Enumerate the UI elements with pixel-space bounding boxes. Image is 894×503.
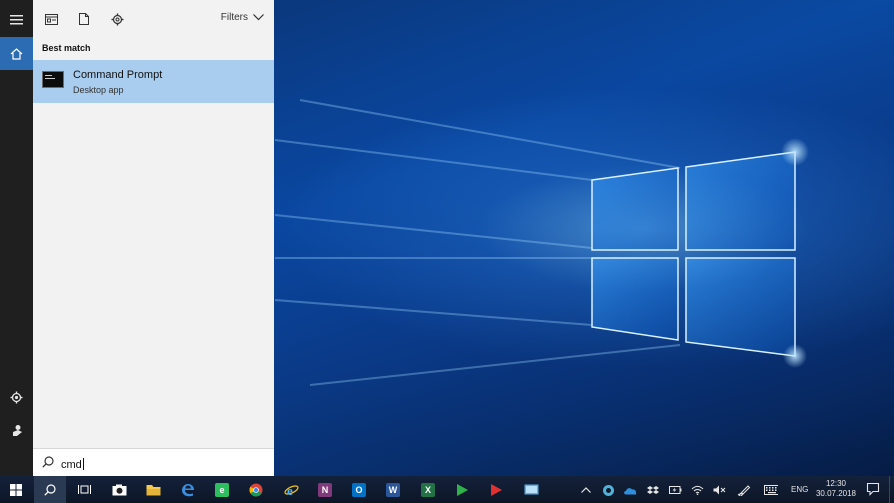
file-explorer-icon <box>146 484 160 495</box>
result-subtitle: Desktop app <box>73 85 124 95</box>
outlook-icon: O <box>352 482 366 497</box>
taskbar-app-camera[interactable] <box>103 476 135 503</box>
windows-start-icon <box>10 483 22 496</box>
section-heading: Best match <box>42 43 91 53</box>
search-result-item[interactable]: Command Prompt Desktop app <box>33 60 274 103</box>
search-icon <box>42 456 54 468</box>
document-icon <box>79 13 89 25</box>
taskbar-app-green-play[interactable] <box>446 476 478 503</box>
hamburger-menu-icon <box>10 14 23 24</box>
search-panel: Filters Best match Command Prompt Deskto… <box>33 0 274 477</box>
show-hidden-icons-button[interactable] <box>579 483 593 497</box>
filters-dropdown[interactable]: Filters <box>221 12 264 23</box>
onedrive-cloud-icon <box>624 487 637 494</box>
tray-keyboard-button[interactable] <box>764 483 778 497</box>
edge-icon <box>182 483 194 496</box>
red-play-icon <box>491 483 502 496</box>
task-view-button[interactable] <box>68 476 100 503</box>
tray-onedrive-button[interactable] <box>623 483 637 497</box>
onenote-icon: N <box>318 482 332 497</box>
tray-battery-button[interactable] <box>668 483 682 497</box>
start-left-rail <box>0 0 33 476</box>
excel-icon: X <box>421 482 435 497</box>
tray-sync-button[interactable] <box>601 483 615 497</box>
search-input-value: cmd <box>61 459 82 471</box>
apps-filter-button[interactable] <box>42 10 60 28</box>
home-button[interactable] <box>0 37 33 70</box>
taskbar-app-chrome[interactable] <box>240 476 272 503</box>
taskbar-app-file-explorer[interactable] <box>137 476 169 503</box>
tray-pen-button[interactable] <box>737 483 751 497</box>
wifi-icon <box>691 485 703 495</box>
settings-button[interactable] <box>0 381 33 414</box>
tray-dropbox-button[interactable] <box>646 483 660 497</box>
text-caret <box>82 458 84 470</box>
taskbar-app-evernote[interactable]: e <box>206 476 238 503</box>
taskbar-app-remote-desktop[interactable] <box>515 476 547 503</box>
taskbar-search-button[interactable] <box>34 476 66 503</box>
documents-filter-button[interactable] <box>75 10 93 28</box>
task-view-icon <box>77 485 91 494</box>
panel-toolbar: Filters <box>33 0 274 37</box>
taskbar-app-word[interactable]: W <box>377 476 409 503</box>
taskbar-app-onenote[interactable]: N <box>309 476 341 503</box>
internet-explorer-icon: e <box>283 483 299 497</box>
taskbar-app-internet-explorer[interactable]: e <box>275 476 307 503</box>
action-center-icon[interactable] <box>866 482 880 496</box>
feedback-button[interactable] <box>0 414 33 447</box>
taskbar-app-excel[interactable]: X <box>412 476 444 503</box>
svg-text:e: e <box>287 483 293 497</box>
touch-keyboard-icon <box>764 485 778 495</box>
taskbar: e e N O W X ENG 12:30 30.07.2018 <box>0 476 894 503</box>
word-icon: W <box>386 482 400 497</box>
expand-menu-button[interactable] <box>0 3 33 36</box>
command-prompt-icon <box>42 71 64 88</box>
chevron-up-icon <box>581 487 591 493</box>
search-box[interactable]: cmd <box>33 448 274 477</box>
taskbar-app-red-play[interactable] <box>480 476 512 503</box>
pen-workspace-icon <box>737 485 751 496</box>
battery-charging-icon <box>668 486 681 494</box>
chrome-icon <box>249 483 263 496</box>
tray-wifi-button[interactable] <box>690 483 704 497</box>
apps-window-icon <box>44 13 58 25</box>
remote-desktop-icon <box>524 484 538 494</box>
evernote-icon: e <box>215 482 229 497</box>
home-icon <box>10 47 23 60</box>
input-language-indicator[interactable]: ENG <box>791 485 808 494</box>
volume-muted-icon <box>713 485 725 495</box>
sync-status-icon <box>602 484 614 496</box>
settings-filter-button[interactable] <box>108 10 126 28</box>
taskbar-app-edge[interactable] <box>172 476 204 503</box>
settings-icon <box>10 391 23 404</box>
chevron-down-icon <box>253 14 264 21</box>
green-play-icon <box>457 483 468 496</box>
dropbox-icon <box>647 485 659 494</box>
show-desktop-button[interactable] <box>889 476 894 503</box>
start-button[interactable] <box>0 476 32 503</box>
result-title: Command Prompt <box>73 69 163 81</box>
clock-date: 30.07.2018 <box>815 489 857 498</box>
clock-time: 12:30 <box>825 479 847 488</box>
gear-icon <box>111 13 123 25</box>
filters-label: Filters <box>220 12 248 23</box>
tray-volume-button[interactable] <box>712 483 726 497</box>
clock[interactable]: 12:30 30.07.2018 <box>815 479 857 499</box>
search-input[interactable]: cmd <box>61 458 84 471</box>
camera-icon <box>112 484 126 495</box>
search-icon <box>44 483 56 496</box>
feedback-icon <box>12 425 22 436</box>
taskbar-app-outlook[interactable]: O <box>343 476 375 503</box>
